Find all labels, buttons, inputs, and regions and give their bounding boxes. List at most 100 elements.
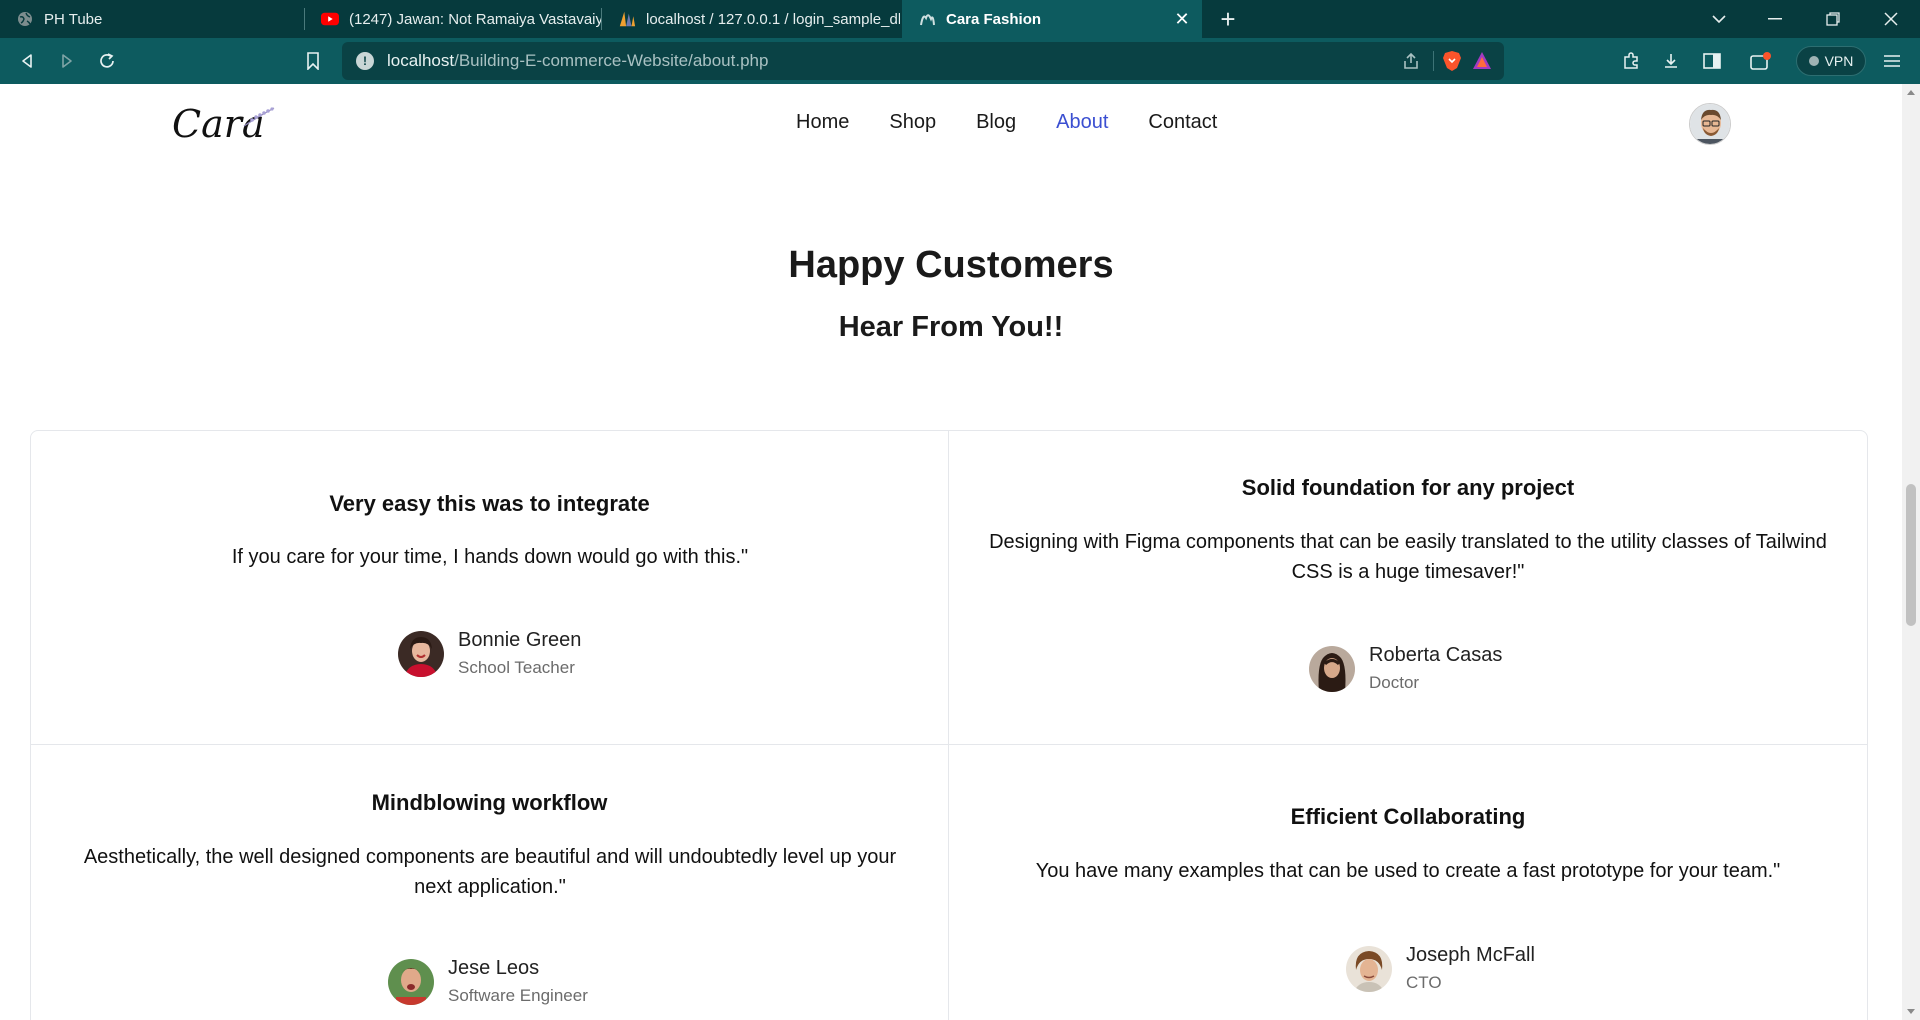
browser-toolbar: ! localhost/Building-E-commerce-Website/… (0, 38, 1920, 84)
extensions-button[interactable] (1617, 47, 1645, 75)
minimize-icon (1768, 18, 1782, 20)
author-info: Jese Leos Software Engineer (448, 957, 588, 1006)
url-path: /Building-E-commerce-Website/about.php (454, 51, 769, 70)
url-divider (1433, 51, 1434, 71)
testimonial-title: Efficient Collaborating (1290, 804, 1526, 829)
scroll-up-icon[interactable] (1907, 90, 1915, 95)
share-icon[interactable] (1402, 52, 1420, 75)
tab-cara-fashion[interactable]: Cara Fashion ✕ (902, 0, 1202, 38)
puzzle-icon (1624, 52, 1638, 69)
address-bar[interactable]: ! localhost/Building-E-commerce-Website/… (342, 42, 1504, 80)
phpmyadmin-icon (618, 10, 636, 28)
testimonial-quote: Aesthetically, the well designed compone… (83, 846, 897, 898)
url-host: localhost (387, 51, 455, 70)
wallet-button[interactable] (1747, 47, 1775, 75)
author-name: Jese Leos (448, 957, 540, 979)
url-text: localhost/Building-E-commerce-Website/ab… (387, 51, 768, 71)
author-role: Software Engineer (448, 986, 588, 1005)
tab-title: Cara Fashion (946, 10, 1042, 28)
testimonial-author: Bonnie Green School Teacher (398, 629, 581, 678)
author-name: Bonnie Green (458, 629, 582, 651)
section-subtitle: Hear From You!! (838, 311, 1064, 343)
plus-icon: + (1220, 3, 1236, 34)
nav-home[interactable]: Home (796, 111, 849, 134)
sidebar-icon (1703, 53, 1721, 69)
author-name: Joseph McFall (1406, 944, 1535, 966)
user-avatar[interactable] (1689, 103, 1731, 145)
downloads-button[interactable] (1657, 47, 1685, 75)
testimonial-title: Mindblowing workflow (371, 790, 608, 815)
new-tab-button[interactable]: + (1206, 0, 1250, 38)
tab-ph-tube[interactable]: PH Tube (0, 0, 304, 38)
testimonial-title: Very easy this was to integrate (329, 491, 650, 516)
testimonial-quote: Designing with Figma components that can… (989, 531, 1827, 583)
testimonial-quote: If you care for your time, I hands down … (231, 546, 749, 568)
back-arrow-icon (22, 54, 32, 68)
section-title: Happy Customers (788, 244, 1114, 286)
globe-icon (16, 10, 34, 28)
nav-contact[interactable]: Contact (1148, 111, 1217, 134)
scroll-down-icon[interactable] (1907, 1009, 1915, 1014)
brave-shield-icon[interactable] (1442, 50, 1462, 77)
back-button[interactable] (13, 47, 41, 75)
site-info-icon[interactable]: ! (356, 52, 374, 70)
author-avatar (1346, 945, 1392, 992)
restore-icon (1826, 12, 1840, 26)
testimonial-card: Very easy this was to integrate If you c… (31, 431, 949, 745)
testimonials-grid: Very easy this was to integrate If you c… (30, 430, 1868, 1020)
author-avatar (388, 958, 434, 1005)
menu-button[interactable] (1878, 47, 1906, 75)
vpn-label: VPN (1824, 53, 1854, 69)
main-nav: Home Shop Blog About Contact (796, 111, 1257, 134)
author-role: Doctor (1369, 673, 1420, 692)
testimonial-author: Joseph McFall CTO (1346, 944, 1535, 993)
tab-phpmyadmin[interactable]: localhost / 127.0.0.1 / login_sample_db (602, 0, 900, 38)
reload-icon (100, 53, 114, 68)
vpn-button[interactable]: VPN (1796, 46, 1866, 76)
close-icon (1884, 12, 1898, 26)
forward-button[interactable] (53, 47, 81, 75)
author-info: Bonnie Green School Teacher (458, 629, 581, 678)
youtube-icon (321, 10, 339, 28)
tab-title: localhost / 127.0.0.1 / login_sample_db (646, 10, 900, 28)
hamburger-menu-icon (1884, 55, 1900, 67)
close-window-button[interactable] (1868, 0, 1914, 38)
author-name: Roberta Casas (1369, 644, 1503, 666)
nav-about[interactable]: About (1056, 111, 1108, 134)
author-role: School Teacher (458, 658, 575, 677)
testimonial-author: Jese Leos Software Engineer (388, 957, 588, 1006)
site-header: Cara Home Shop Blog About Contact (0, 84, 1902, 164)
testimonial-title: Solid foundation for any project (1241, 475, 1575, 500)
testimonial-card: Mindblowing workflow Aesthetically, the … (31, 745, 949, 1020)
author-info: Joseph McFall CTO (1406, 944, 1535, 993)
testimonial-card: Efficient Collaborating You have many ex… (949, 745, 1867, 1020)
nav-shop[interactable]: Shop (889, 111, 936, 134)
wallet-icon (1750, 52, 1771, 70)
author-role: CTO (1406, 973, 1442, 992)
forward-arrow-icon (62, 54, 72, 68)
brave-rewards-icon[interactable] (1472, 51, 1492, 75)
web-page: Cara Home Shop Blog About Contact Happy … (0, 84, 1902, 1020)
site-logo[interactable]: Cara (172, 102, 275, 146)
close-tab-icon[interactable]: ✕ (1172, 9, 1192, 29)
restore-button[interactable] (1810, 0, 1856, 38)
tab-list-button[interactable] (1696, 0, 1742, 38)
lavender-sprig-icon (243, 107, 275, 127)
tab-youtube[interactable]: (1247) Jawan: Not Ramaiya Vastavaiya (305, 0, 601, 38)
testimonial-quote: You have many examples that can be used … (1035, 860, 1781, 882)
tab-title: PH Tube (44, 10, 103, 28)
author-avatar (1309, 645, 1355, 692)
nav-blog[interactable]: Blog (976, 111, 1016, 134)
chevron-down-icon (1712, 15, 1726, 24)
scrollbar-thumb[interactable] (1906, 484, 1916, 626)
page-scrollbar[interactable] (1902, 84, 1920, 1020)
minimize-button[interactable] (1752, 0, 1798, 38)
bookmark-icon (307, 52, 319, 70)
reload-button[interactable] (93, 47, 121, 75)
testimonial-card: Solid foundation for any project Designi… (949, 431, 1867, 745)
bookmark-button[interactable] (299, 47, 327, 75)
sidebar-button[interactable] (1698, 47, 1726, 75)
vpn-status-icon (1808, 56, 1819, 66)
author-avatar (398, 630, 444, 677)
cara-icon (918, 10, 936, 28)
